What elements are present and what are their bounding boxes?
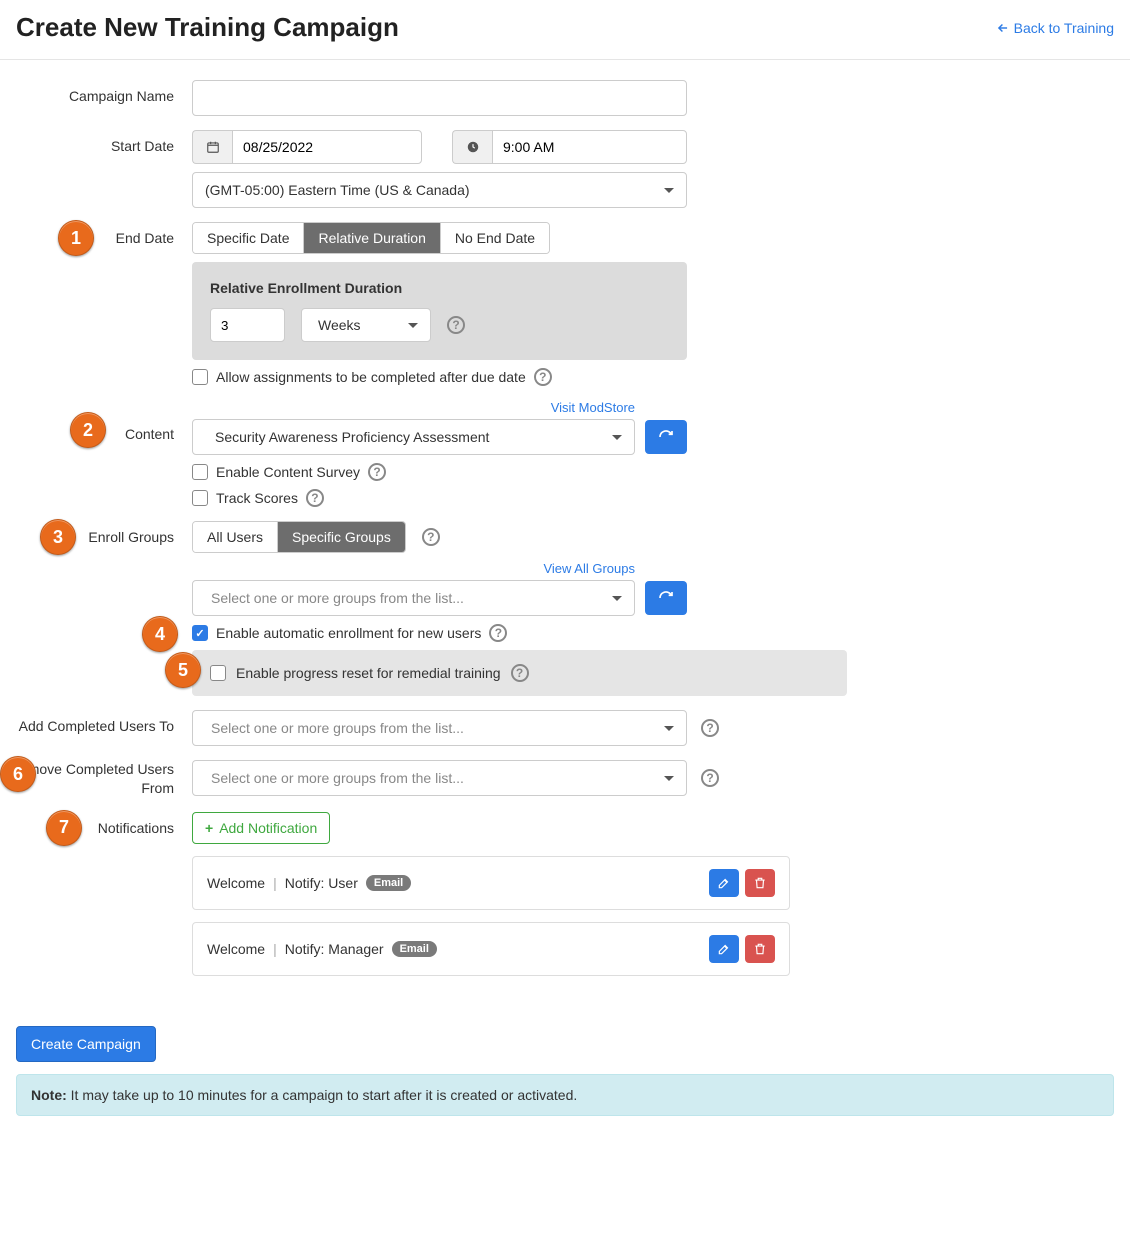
step-badge-7: 7 bbox=[46, 810, 82, 846]
relative-duration-panel: Relative Enrollment Duration Weeks ? bbox=[192, 262, 687, 360]
progress-reset-label: Enable progress reset for remedial train… bbox=[236, 665, 501, 681]
notification-channel-badge: Email bbox=[392, 941, 437, 957]
chevron-down-icon bbox=[664, 726, 674, 731]
enable-survey-label: Enable Content Survey bbox=[216, 464, 360, 480]
step-badge-1: 1 bbox=[58, 220, 94, 256]
note-box: Note: It may take up to 10 minutes for a… bbox=[16, 1074, 1114, 1116]
enroll-specific-button[interactable]: Specific Groups bbox=[278, 522, 405, 552]
campaign-name-input[interactable] bbox=[192, 80, 687, 116]
content-select[interactable]: Security Awareness Proficiency Assessmen… bbox=[192, 419, 635, 455]
end-relative-button[interactable]: Relative Duration bbox=[304, 223, 440, 253]
notification-target: Notify: User bbox=[285, 875, 358, 891]
notification-row: Welcome | Notify: User Email bbox=[192, 856, 790, 910]
arrow-left-icon bbox=[996, 21, 1010, 35]
visit-modstore-link[interactable]: Visit ModStore bbox=[551, 400, 635, 415]
step-badge-6: 6 bbox=[0, 756, 36, 792]
remove-completed-select[interactable]: Select one or more groups from the list.… bbox=[192, 760, 687, 796]
enroll-groups-label: Enroll Groups bbox=[88, 529, 174, 545]
help-icon[interactable]: ? bbox=[489, 624, 507, 642]
refresh-icon bbox=[658, 429, 674, 445]
chevron-down-icon bbox=[408, 323, 418, 328]
back-to-training-link[interactable]: Back to Training bbox=[996, 20, 1114, 36]
help-icon[interactable]: ? bbox=[368, 463, 386, 481]
add-completed-label: Add Completed Users To bbox=[0, 710, 192, 746]
auto-enroll-checkbox[interactable]: ✓ bbox=[192, 625, 208, 641]
step-badge-5: 5 bbox=[165, 652, 201, 688]
relative-duration-unit[interactable]: Weeks bbox=[301, 308, 431, 342]
delete-notification-button[interactable] bbox=[745, 935, 775, 963]
auto-enroll-label: Enable automatic enrollment for new user… bbox=[216, 625, 481, 641]
campaign-name-label: Campaign Name bbox=[0, 80, 192, 116]
help-icon[interactable]: ? bbox=[447, 316, 465, 334]
notification-type: Welcome bbox=[207, 941, 265, 957]
edit-notification-button[interactable] bbox=[709, 869, 739, 897]
start-time-group bbox=[452, 130, 687, 164]
end-specific-button[interactable]: Specific Date bbox=[193, 223, 304, 253]
end-date-toggle: Specific Date Relative Duration No End D… bbox=[192, 222, 550, 254]
add-completed-select[interactable]: Select one or more groups from the list.… bbox=[192, 710, 687, 746]
progress-reset-panel: Enable progress reset for remedial train… bbox=[192, 650, 847, 696]
notifications-label: Notifications bbox=[98, 820, 174, 836]
track-scores-label: Track Scores bbox=[216, 490, 298, 506]
help-icon[interactable]: ? bbox=[306, 489, 324, 507]
relative-duration-title: Relative Enrollment Duration bbox=[210, 280, 669, 296]
trash-icon bbox=[753, 942, 767, 956]
note-bold: Note: bbox=[31, 1087, 67, 1103]
help-icon[interactable]: ? bbox=[534, 368, 552, 386]
refresh-content-button[interactable] bbox=[645, 420, 687, 454]
create-campaign-button[interactable]: Create Campaign bbox=[16, 1026, 156, 1062]
timezone-select[interactable]: (GMT-05:00) Eastern Time (US & Canada) bbox=[192, 172, 687, 208]
step-badge-3: 3 bbox=[40, 519, 76, 555]
help-icon[interactable]: ? bbox=[511, 664, 529, 682]
enroll-toggle: All Users Specific Groups bbox=[192, 521, 406, 553]
plus-icon: + bbox=[205, 820, 213, 836]
step-badge-2: 2 bbox=[70, 412, 106, 448]
start-date-input[interactable] bbox=[232, 130, 422, 164]
start-date-group bbox=[192, 130, 422, 164]
chevron-down-icon bbox=[612, 435, 622, 440]
chevron-down-icon bbox=[664, 776, 674, 781]
content-label: Content bbox=[125, 408, 174, 442]
help-icon[interactable]: ? bbox=[701, 769, 719, 787]
note-text: It may take up to 10 minutes for a campa… bbox=[67, 1087, 577, 1103]
start-time-input[interactable] bbox=[492, 130, 687, 164]
help-icon[interactable]: ? bbox=[701, 719, 719, 737]
end-none-button[interactable]: No End Date bbox=[441, 223, 549, 253]
enroll-all-button[interactable]: All Users bbox=[193, 522, 278, 552]
end-date-label: End Date bbox=[116, 230, 174, 246]
notification-row: Welcome | Notify: Manager Email bbox=[192, 922, 790, 976]
notification-type: Welcome bbox=[207, 875, 265, 891]
help-icon[interactable]: ? bbox=[422, 528, 440, 546]
chevron-down-icon bbox=[664, 188, 674, 193]
notification-channel-badge: Email bbox=[366, 875, 411, 891]
add-notification-button[interactable]: + Add Notification bbox=[192, 812, 330, 844]
progress-reset-checkbox[interactable] bbox=[210, 665, 226, 681]
view-all-groups-link[interactable]: View All Groups bbox=[543, 561, 635, 576]
page-title: Create New Training Campaign bbox=[16, 12, 399, 43]
notification-target: Notify: Manager bbox=[285, 941, 384, 957]
enroll-groups-select[interactable]: Select one or more groups from the list.… bbox=[192, 580, 635, 616]
refresh-icon bbox=[658, 590, 674, 606]
chevron-down-icon bbox=[612, 596, 622, 601]
edit-notification-button[interactable] bbox=[709, 935, 739, 963]
track-scores-checkbox[interactable] bbox=[192, 490, 208, 506]
refresh-groups-button[interactable] bbox=[645, 581, 687, 615]
enable-survey-checkbox[interactable] bbox=[192, 464, 208, 480]
relative-duration-value[interactable] bbox=[210, 308, 285, 342]
trash-icon bbox=[753, 876, 767, 890]
start-date-label: Start Date bbox=[0, 130, 192, 208]
step-badge-4: 4 bbox=[142, 616, 178, 652]
allow-after-due-checkbox[interactable] bbox=[192, 369, 208, 385]
edit-icon bbox=[717, 942, 731, 956]
delete-notification-button[interactable] bbox=[745, 869, 775, 897]
calendar-icon bbox=[192, 130, 232, 164]
allow-after-due-label: Allow assignments to be completed after … bbox=[216, 369, 526, 385]
edit-icon bbox=[717, 876, 731, 890]
clock-icon bbox=[452, 130, 492, 164]
